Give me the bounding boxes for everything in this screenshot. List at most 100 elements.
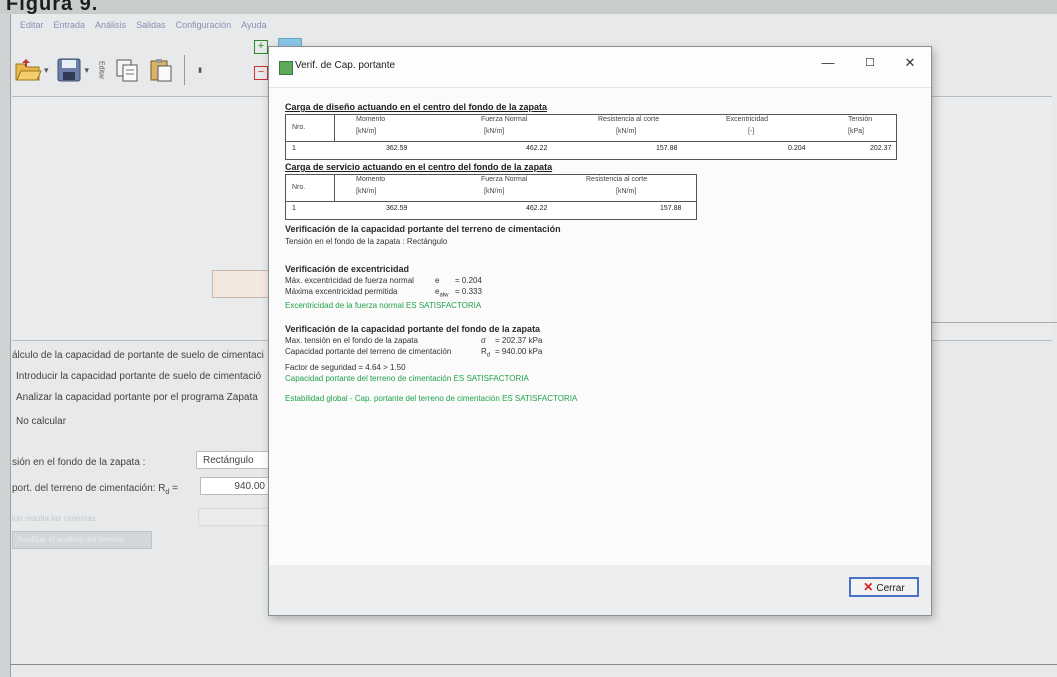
allowed-eccentricity-symbol-sub: alw <box>439 292 449 299</box>
insert-vertical-glyph: ▮ <box>196 66 204 74</box>
soil-capacity-symbol: Rd <box>481 347 490 359</box>
menu-analisis[interactable]: Análisis <box>95 20 126 38</box>
max-stress-value: = 202.37 kPa <box>495 336 543 345</box>
design-load-title: Carga de diseño actuando en el centro de… <box>285 102 548 112</box>
col-tension: Tensión <box>848 116 873 123</box>
service-load-table: Nro. Momento [kN/m] Fuerza Normal [kN/m]… <box>285 174 697 220</box>
col-divider <box>334 175 335 201</box>
open-button[interactable] <box>14 56 42 84</box>
allowed-eccentricity-label: Máxima excentricidad permitida <box>285 287 398 296</box>
save-dropdown-icon[interactable]: ▾ <box>85 65 90 76</box>
footing-bearing-heading: Verificación de la capacidad portante de… <box>285 324 541 334</box>
footing-sketch <box>212 270 270 298</box>
soil-capacity-symbol-sub: d <box>486 352 491 359</box>
shape-label: sión en el fondo de la zapata : <box>12 457 146 468</box>
cell-fuerza: 462.22 <box>526 205 548 212</box>
report-area[interactable]: Carga de diseño actuando en el centro de… <box>269 87 931 567</box>
col-momento-unit: [kN/m] <box>356 128 377 135</box>
col-divider <box>334 115 335 141</box>
floppy-disk-icon <box>57 58 81 82</box>
global-stability-result: Estabilidad global - Cap. portante del t… <box>285 394 578 403</box>
allowed-eccentricity-value: = 0.333 <box>455 287 482 296</box>
safety-factor: Factor de seguridad = 4.64 > 1.50 <box>285 363 406 372</box>
soil-capacity-label: Capacidad portante del terreno de ciment… <box>285 347 452 356</box>
save-button[interactable] <box>55 56 83 84</box>
cell-resistencia: 157.88 <box>660 205 682 212</box>
copy-icon <box>116 59 138 82</box>
menu-configuracion[interactable]: Configuración <box>176 20 232 38</box>
menu-ayuda[interactable]: Ayuda <box>241 20 266 38</box>
menu-salidas[interactable]: Salidas <box>136 20 166 38</box>
col-nro: Nro. <box>292 184 306 191</box>
col-fuerza-unit: [kN/m] <box>484 128 505 135</box>
col-fuerza-unit: [kN/m] <box>484 188 505 195</box>
cell-nro: 1 <box>292 145 296 152</box>
insert-vertical-button[interactable]: ▮ <box>194 56 204 84</box>
bearing-capacity-panel: álculo de la capacidad de portante de su… <box>12 340 272 660</box>
service-load-title: Carga de servicio actuando en el centro … <box>285 162 553 172</box>
row-divider <box>286 141 896 142</box>
col-nro: Nro. <box>292 124 306 131</box>
shape-select[interactable]: Rectángulo <box>196 451 272 469</box>
bearing-capacity-input[interactable]: 940.00 <box>200 477 272 495</box>
cell-excentricidad: 0.204 <box>788 145 806 152</box>
bearing-label-text: port. del terreno de cimentación: R <box>12 483 166 494</box>
cell-nro: 1 <box>292 205 296 212</box>
bearing-verification-dialog: Verif. de Cap. portante — ☐ ✕ Carga de d… <box>268 46 932 616</box>
bearing-capacity-shape: Tensión en el fondo de la zapata : Rectá… <box>285 237 448 246</box>
eccentricity-heading: Verificación de excentricidad <box>285 264 410 274</box>
max-stress-symbol: σ <box>481 336 486 345</box>
col-fuerza-normal: Fuerza Normal <box>481 176 528 183</box>
folder-open-icon <box>15 59 42 81</box>
dialog-titlebar[interactable]: Verif. de Cap. portante — ☐ ✕ <box>269 47 931 87</box>
max-eccentricity-symbol: e <box>435 276 440 285</box>
divider-bottom <box>10 664 1057 665</box>
close-button-label: Cerrar <box>876 583 905 594</box>
col-excentricidad-unit: [-] <box>748 128 755 135</box>
col-momento: Momento <box>356 116 386 123</box>
toolbar-separator <box>184 55 186 85</box>
disabled-field <box>198 508 272 526</box>
bearing-label: port. del terreno de cimentación: Rd = <box>12 483 178 496</box>
eccentricity-result: Excentricidad de la fuerza normal ES SAT… <box>285 301 482 310</box>
edit-vertical-label: Editar <box>97 60 105 80</box>
soil-capacity-value: = 940.00 kPa <box>495 347 543 356</box>
zoom-in-icon[interactable]: + <box>254 40 268 54</box>
dialog-title: Verif. de Cap. portante <box>295 60 396 71</box>
allowed-eccentricity-symbol: ealw <box>435 287 448 299</box>
col-momento-unit: [kN/m] <box>356 188 377 195</box>
option-no-calc[interactable]: No calcular <box>16 416 66 427</box>
open-dropdown-icon[interactable]: ▾ <box>44 65 49 76</box>
zoom-out-icon[interactable]: − <box>254 66 268 80</box>
copy-button[interactable] <box>113 56 141 84</box>
menu-editar[interactable]: Editar <box>20 20 44 38</box>
col-fuerza-normal: Fuerza Normal <box>481 116 528 123</box>
col-excentricidad: Excentricidad <box>726 116 769 123</box>
col-tension-unit: [kPa] <box>848 128 864 135</box>
col-momento: Momento <box>356 176 386 183</box>
minimize-icon[interactable]: — <box>817 53 839 73</box>
disabled-label: luo resulta las cimentas <box>12 514 96 523</box>
cell-momento: 362.59 <box>386 145 408 152</box>
col-resistencia: Resistencia al corte <box>598 116 660 123</box>
menu-entrada[interactable]: Entrada <box>54 20 86 38</box>
run-soil-analysis-button[interactable]: Realizar el análisis del terreno <box>12 531 152 549</box>
paste-icon <box>150 59 172 82</box>
dialog-footer: ✕ Cerrar <box>269 565 931 615</box>
maximize-icon[interactable]: ☐ <box>859 53 881 73</box>
option-enter-capacity[interactable]: Introducir la capacidad portante de suel… <box>16 371 261 382</box>
cell-momento: 362.59 <box>386 205 408 212</box>
bearing-result: Capacidad portante del terreno de ciment… <box>285 374 529 383</box>
row-divider <box>286 201 696 202</box>
option-analyze-capacity[interactable]: Analizar la capacidad portante por el pr… <box>16 392 258 403</box>
max-eccentricity-label: Máx. excentricidad de fuerza normal <box>285 276 414 285</box>
design-load-table: Nro. Momento [kN/m] Fuerza Normal [kN/m]… <box>285 114 897 160</box>
paste-button[interactable] <box>147 56 175 84</box>
close-icon[interactable]: ✕ <box>899 53 921 73</box>
panel-group-title: álculo de la capacidad de portante de su… <box>12 350 264 361</box>
menu-bar: Editar Entrada Análisis Salidas Configur… <box>20 20 267 38</box>
close-button[interactable]: ✕ Cerrar <box>849 577 919 597</box>
divider <box>930 322 1057 323</box>
toolbar: ▾ ▾ Editar ▮ <box>14 44 274 96</box>
edit-vertical-button[interactable]: Editar <box>95 56 107 84</box>
